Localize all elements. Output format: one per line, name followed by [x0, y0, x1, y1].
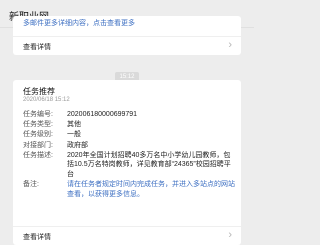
view-details-label: 查看详情	[23, 234, 51, 241]
remark-link[interactable]: 请在任务者规定时间内完成任务，并进入多站点的网站查看，以获得更多信息。	[67, 180, 235, 199]
task-message-card: 任务推荐 2020/06/18 15:12 任务编号: 202006180000…	[13, 80, 241, 245]
field-label: 备注:	[23, 181, 39, 189]
field-value: 202006180000699791	[67, 111, 138, 118]
task-card-title: 任务推荐	[23, 87, 55, 96]
view-details-label: 查看详情	[23, 44, 51, 51]
field-label: 任务描述:	[23, 151, 53, 159]
field-task-id: 任务编号: 202006180000699791	[23, 110, 235, 120]
task-fields: 任务编号: 202006180000699791 任务类型: 其他 任务级别: …	[23, 110, 235, 200]
field-label: 任务类型:	[23, 121, 53, 129]
field-value: 政府部	[67, 141, 88, 149]
view-details-link[interactable]: 查看详情 ›	[13, 226, 241, 245]
field-department: 对接部门: 政府部	[23, 141, 235, 151]
field-task-type: 任务类型: 其他	[23, 120, 235, 130]
chevron-right-icon: ›	[228, 39, 232, 51]
view-details-link-previous[interactable]: 查看详情 ›	[13, 36, 241, 55]
previous-message-card: 多邮件更多详细内容，点击查看更多 查看详情 ›	[13, 16, 241, 55]
field-label: 任务级别:	[23, 131, 53, 139]
previous-message-note[interactable]: 多邮件更多详细内容，点击查看更多	[23, 18, 233, 28]
chevron-right-icon: ›	[228, 229, 232, 241]
field-label: 对接部门:	[23, 141, 53, 149]
field-value: 2020年全国计划招聘40多万名中小学幼儿园教师，包括10.5万名特岗教师，详见…	[67, 151, 231, 178]
field-label: 任务编号:	[23, 111, 53, 118]
field-value: 其他	[67, 121, 81, 129]
field-remark: 备注: 请在任务者规定时间内完成任务，并进入多站点的网站查看，以获得更多信息。	[23, 180, 235, 199]
field-description: 任务描述: 2020年全国计划招聘40多万名中小学幼儿园教师，包括10.5万名特…	[23, 151, 235, 180]
field-task-level: 任务级别: 一般	[23, 130, 235, 140]
task-card-date: 2020/06/18 15:12	[23, 97, 70, 103]
field-value: 一般	[67, 131, 81, 139]
